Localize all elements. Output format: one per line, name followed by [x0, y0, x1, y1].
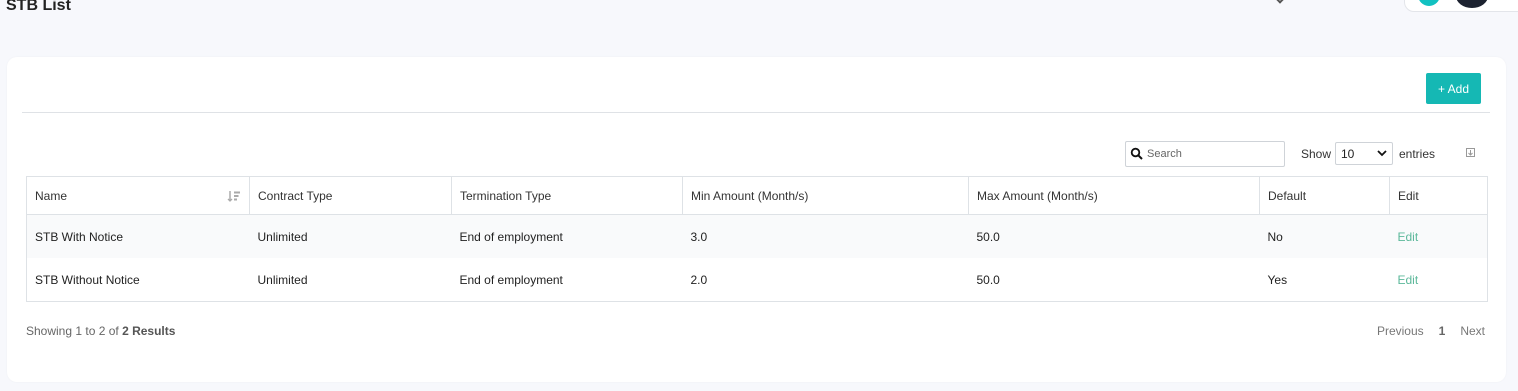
column-header-default[interactable]: Default: [1259, 176, 1390, 215]
page-1-button[interactable]: 1: [1439, 324, 1446, 338]
table-row: STB Without Notice Unlimited End of empl…: [26, 258, 1488, 302]
cell-max-amount: 50.0: [968, 258, 1260, 302]
next-page-button[interactable]: Next: [1460, 324, 1485, 338]
column-header-name[interactable]: Name: [26, 176, 250, 215]
table-header-row: Name Contract Type Termination Type Min …: [26, 176, 1488, 215]
cell-termination-type: End of employment: [451, 214, 683, 258]
cell-default: No: [1259, 214, 1390, 258]
show-label: Show: [1301, 147, 1332, 161]
cell-name: STB Without Notice: [26, 258, 250, 302]
showing-prefix: Showing 1 to 2 of: [26, 324, 123, 338]
column-header-max-amount[interactable]: Max Amount (Month/s): [968, 176, 1260, 215]
column-header-label: Name: [35, 188, 68, 203]
column-header-contract-type[interactable]: Contract Type: [249, 176, 452, 215]
cell-edit: Edit: [1389, 258, 1488, 302]
search-box[interactable]: [1125, 141, 1285, 167]
stb-list-card: + Add Show 10 entries Name: [7, 57, 1506, 382]
cell-contract-type: Unlimited: [249, 214, 452, 258]
cell-max-amount: 50.0: [968, 214, 1260, 258]
showing-total: 2 Results: [122, 324, 176, 338]
entries-label: entries: [1399, 147, 1436, 161]
search-icon: [1130, 147, 1143, 160]
cell-min-amount: 2.0: [682, 258, 969, 302]
column-header-min-amount[interactable]: Min Amount (Month/s): [682, 176, 969, 215]
chevron-down-icon: [1377, 150, 1387, 157]
table-info: Showing 1 to 2 of 2 Results: [26, 324, 175, 338]
search-input[interactable]: [1144, 148, 1277, 160]
cell-edit: Edit: [1389, 214, 1488, 258]
cell-default: Yes: [1259, 258, 1390, 302]
add-button[interactable]: + Add: [1426, 73, 1481, 104]
column-header-termination-type[interactable]: Termination Type: [451, 176, 683, 215]
table-row: STB With Notice Unlimited End of employm…: [26, 214, 1488, 258]
previous-page-button[interactable]: Previous: [1377, 324, 1424, 338]
export-icon[interactable]: [1466, 148, 1475, 157]
edit-link[interactable]: Edit: [1398, 230, 1419, 244]
page-title: STB List: [6, 0, 71, 14]
cell-name: STB With Notice: [26, 214, 250, 258]
dropdown-chevron-icon[interactable]: [1274, 0, 1286, 4]
pagination: Previous 1 Next: [1377, 324, 1485, 338]
cell-contract-type: Unlimited: [249, 258, 452, 302]
sort-icon[interactable]: [227, 190, 241, 202]
edit-link[interactable]: Edit: [1398, 273, 1419, 287]
column-header-edit[interactable]: Edit: [1389, 176, 1488, 215]
cell-min-amount: 3.0: [682, 214, 969, 258]
entries-selected-value: 10: [1341, 146, 1355, 161]
divider: [22, 112, 1490, 113]
stb-table: Name Contract Type Termination Type Min …: [26, 176, 1488, 302]
entries-select[interactable]: 10: [1335, 142, 1393, 165]
cell-termination-type: End of employment: [451, 258, 683, 302]
